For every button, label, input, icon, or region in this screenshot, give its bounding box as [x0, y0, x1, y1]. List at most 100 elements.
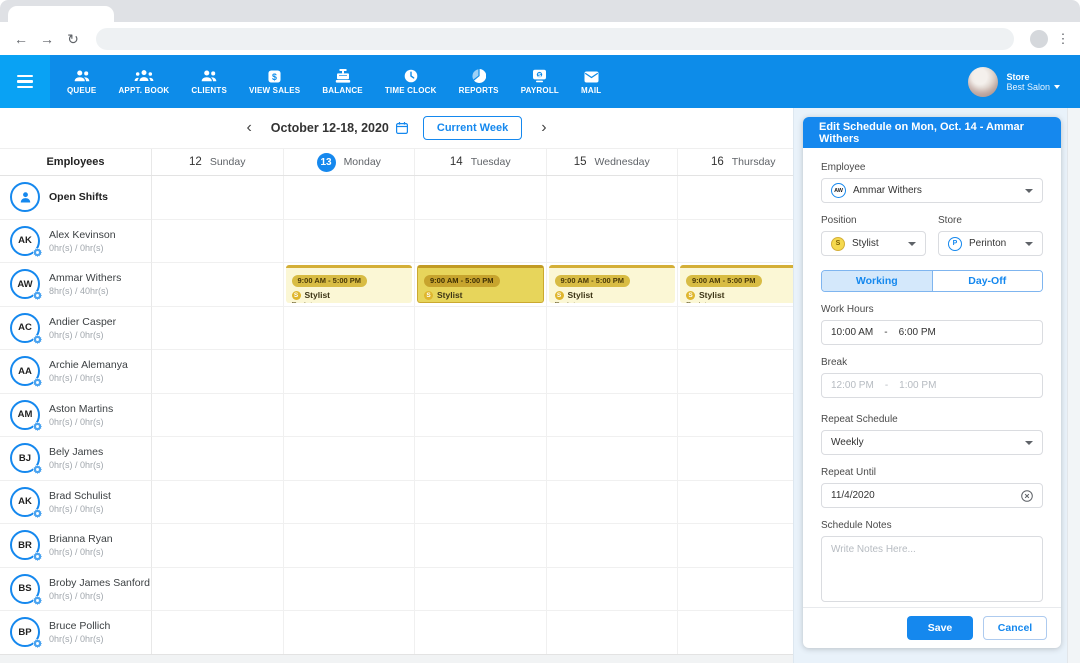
schedule-cell[interactable]: [415, 524, 547, 568]
break-input[interactable]: 12:00 PM - 1:00 PM: [821, 373, 1043, 398]
employee-cell[interactable]: BJBely James0hr(s) / 0hr(s): [0, 437, 152, 481]
employee-cell[interactable]: AWAmmar Withers8hr(s) / 40hr(s): [0, 263, 152, 307]
employee-cell[interactable]: ACAndier Casper0hr(s) / 0hr(s): [0, 307, 152, 351]
employee-cell[interactable]: AKBrad Schulist0hr(s) / 0hr(s): [0, 481, 152, 525]
nav-payroll[interactable]: $PAYROLL: [510, 55, 570, 108]
schedule-cell[interactable]: [415, 307, 547, 351]
refresh-icon[interactable]: ↻: [62, 29, 84, 49]
nav-time-clock[interactable]: TIME CLOCK: [374, 55, 448, 108]
gear-icon[interactable]: [33, 639, 42, 648]
schedule-cell[interactable]: [678, 568, 810, 612]
work-hours-input[interactable]: 10:00 AM - 6:00 PM: [821, 320, 1043, 345]
schedule-cell[interactable]: [152, 220, 284, 264]
schedule-cell[interactable]: [152, 394, 284, 438]
nav-clients[interactable]: CLIENTS: [180, 55, 238, 108]
url-bar[interactable]: [96, 28, 1014, 50]
store-switcher[interactable]: Store Best Salon: [968, 55, 1080, 108]
schedule-cell[interactable]: [152, 350, 284, 394]
employee-cell[interactable]: AKAlex Kevinson0hr(s) / 0hr(s): [0, 220, 152, 264]
employee-select[interactable]: AW Ammar Withers: [821, 178, 1043, 203]
schedule-cell[interactable]: [284, 176, 416, 220]
cancel-button[interactable]: Cancel: [983, 616, 1047, 640]
vertical-scrollbar[interactable]: [1067, 108, 1080, 663]
schedule-cell[interactable]: [284, 568, 416, 612]
schedule-cell[interactable]: [547, 568, 679, 612]
schedule-cell[interactable]: [547, 394, 679, 438]
schedule-cell[interactable]: [678, 394, 810, 438]
schedule-cell[interactable]: [152, 263, 284, 307]
schedule-cell[interactable]: [152, 524, 284, 568]
next-week-icon[interactable]: ›: [537, 120, 550, 136]
schedule-cell[interactable]: [547, 220, 679, 264]
gear-icon[interactable]: [33, 596, 42, 605]
schedule-cell[interactable]: 9:00 AM - 5:00 PMSStylistPerinton: [547, 263, 679, 307]
schedule-cell[interactable]: [547, 481, 679, 525]
employee-cell[interactable]: AAArchie Alemanya0hr(s) / 0hr(s): [0, 350, 152, 394]
clear-icon[interactable]: [1021, 490, 1033, 502]
schedule-cell[interactable]: [678, 307, 810, 351]
tab-dayoff[interactable]: Day-Off: [933, 271, 1043, 291]
schedule-cell[interactable]: [547, 307, 679, 351]
employee-cell[interactable]: AMAston Martins0hr(s) / 0hr(s): [0, 394, 152, 438]
gear-icon[interactable]: [33, 248, 42, 257]
schedule-cell[interactable]: [152, 437, 284, 481]
nav-reports[interactable]: REPORTS: [448, 55, 510, 108]
schedule-cell[interactable]: [284, 394, 416, 438]
prev-week-icon[interactable]: ‹: [242, 120, 255, 136]
schedule-cell[interactable]: [415, 481, 547, 525]
shift-event-card[interactable]: 9:00 AM - 5:00 PMSStylistPerinton: [680, 265, 807, 303]
schedule-cell[interactable]: [547, 350, 679, 394]
employee-cell[interactable]: BSBroby James Sanford0hr(s) / 0hr(s): [0, 568, 152, 612]
gear-icon[interactable]: [33, 509, 42, 518]
forward-icon[interactable]: →: [36, 29, 58, 49]
nav-balance[interactable]: BALANCE: [311, 55, 374, 108]
nav-mail[interactable]: MAIL: [570, 55, 612, 108]
schedule-cell[interactable]: [152, 611, 284, 655]
tab-working[interactable]: Working: [822, 271, 933, 291]
schedule-cell[interactable]: [415, 394, 547, 438]
schedule-cell[interactable]: 9:00 AM - 5:00 PMSStylistPerinton: [415, 263, 547, 307]
gear-icon[interactable]: [33, 465, 42, 474]
schedule-cell[interactable]: [284, 307, 416, 351]
schedule-cell[interactable]: [152, 481, 284, 525]
schedule-cell[interactable]: [678, 220, 810, 264]
shift-event-card[interactable]: 9:00 AM - 5:00 PMSStylistPerinton: [286, 265, 413, 303]
schedule-cell[interactable]: 9:00 AM - 5:00 PMSStylistPerinton: [284, 263, 416, 307]
schedule-notes-input[interactable]: [821, 536, 1043, 602]
schedule-cell[interactable]: [284, 220, 416, 264]
gear-icon[interactable]: [33, 335, 42, 344]
nav-view-sales[interactable]: $VIEW SALES: [238, 55, 311, 108]
gear-icon[interactable]: [33, 378, 42, 387]
schedule-cell[interactable]: [415, 350, 547, 394]
schedule-cell[interactable]: 9:00 AM - 5:00 PMSStylistPerinton: [678, 263, 810, 307]
schedule-cell[interactable]: [415, 611, 547, 655]
employee-cell[interactable]: BRBrianna Ryan0hr(s) / 0hr(s): [0, 524, 152, 568]
schedule-cell[interactable]: [547, 524, 679, 568]
nav-queue[interactable]: QUEUE: [56, 55, 107, 108]
date-range[interactable]: October 12-18, 2020: [271, 121, 408, 135]
browser-menu-icon[interactable]: ⋮: [1056, 31, 1070, 47]
schedule-cell[interactable]: [678, 176, 810, 220]
schedule-cell[interactable]: [152, 307, 284, 351]
repeat-schedule-select[interactable]: Weekly: [821, 430, 1043, 455]
schedule-cell[interactable]: [547, 176, 679, 220]
save-button[interactable]: Save: [907, 616, 973, 640]
schedule-cell[interactable]: [284, 350, 416, 394]
schedule-cell[interactable]: [415, 176, 547, 220]
schedule-cell[interactable]: [415, 220, 547, 264]
store-select[interactable]: P Perinton: [938, 231, 1043, 256]
schedule-cell[interactable]: [284, 524, 416, 568]
gear-icon[interactable]: [33, 291, 42, 300]
schedule-cell[interactable]: [678, 437, 810, 481]
current-week-button[interactable]: Current Week: [423, 116, 522, 140]
schedule-cell[interactable]: [678, 481, 810, 525]
gear-icon[interactable]: [33, 422, 42, 431]
shift-event-card[interactable]: 9:00 AM - 5:00 PMSStylistPerinton: [417, 265, 544, 303]
schedule-cell[interactable]: [678, 350, 810, 394]
schedule-cell[interactable]: [415, 568, 547, 612]
schedule-cell[interactable]: [415, 437, 547, 481]
repeat-until-input[interactable]: 11/4/2020: [821, 483, 1043, 508]
browser-profile-avatar[interactable]: [1030, 30, 1048, 48]
schedule-cell[interactable]: [678, 524, 810, 568]
schedule-cell[interactable]: [152, 568, 284, 612]
